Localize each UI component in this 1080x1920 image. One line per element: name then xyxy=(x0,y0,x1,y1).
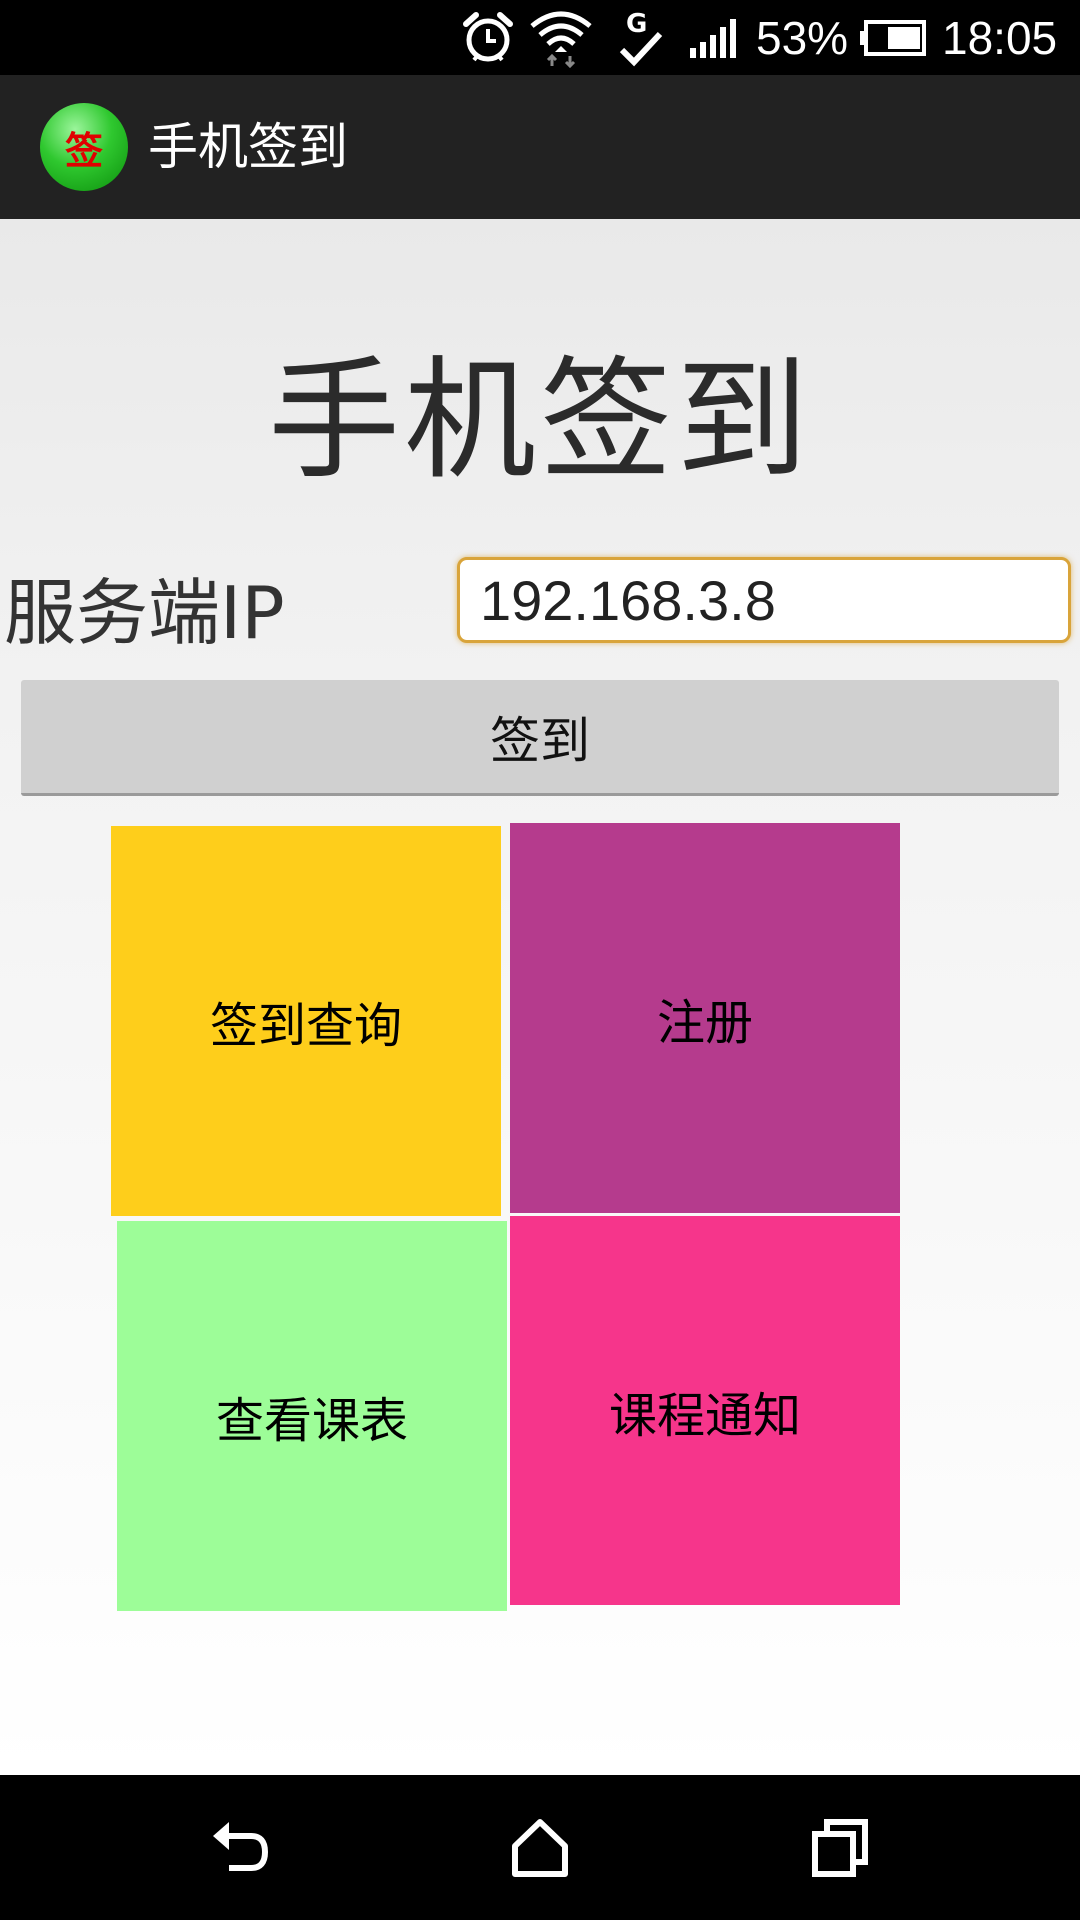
course-notice-label: 课程通知 xyxy=(608,1387,801,1444)
view-schedule-label: 查看课表 xyxy=(215,1393,408,1449)
sign-query-tile[interactable]: 签到查询 xyxy=(111,826,501,1216)
g-sync-icon: G xyxy=(618,0,664,75)
server-ip-label: 服务端IP xyxy=(4,571,285,655)
wifi-icon xyxy=(528,0,594,75)
sign-in-button[interactable]: 签到 xyxy=(21,680,1059,796)
view-schedule-tile[interactable]: 查看课表 xyxy=(117,1221,507,1611)
navigation-bar xyxy=(0,1775,1080,1920)
sign-query-label: 签到查询 xyxy=(209,998,402,1054)
register-tile[interactable]: 注册 xyxy=(510,823,900,1213)
svg-text:G: G xyxy=(626,9,647,39)
app-title: 手机签到 xyxy=(148,118,348,176)
home-icon[interactable] xyxy=(505,1812,575,1882)
signal-icon xyxy=(688,0,744,75)
app-icon-label: 签 xyxy=(64,127,103,173)
main-content: 手机签到 服务端IP 签到 签到查询 注册 查看课表 课程通知 xyxy=(0,219,1080,1775)
server-ip-input[interactable] xyxy=(457,557,1071,643)
back-icon[interactable] xyxy=(205,1812,275,1882)
alarm-icon xyxy=(460,0,516,75)
battery-percent: 53% xyxy=(756,11,849,64)
recents-icon[interactable] xyxy=(805,1812,875,1882)
app-icon[interactable]: 签 xyxy=(40,103,128,191)
status-bar: G 53% 18:05 xyxy=(0,0,1080,75)
register-label: 注册 xyxy=(656,995,753,1051)
page-title: 手机签到 xyxy=(268,344,812,498)
course-notice-tile[interactable]: 课程通知 xyxy=(510,1216,900,1605)
action-bar: 签 手机签到 xyxy=(0,75,1080,219)
clock: 18:05 xyxy=(942,11,1058,64)
battery-icon xyxy=(858,0,928,75)
